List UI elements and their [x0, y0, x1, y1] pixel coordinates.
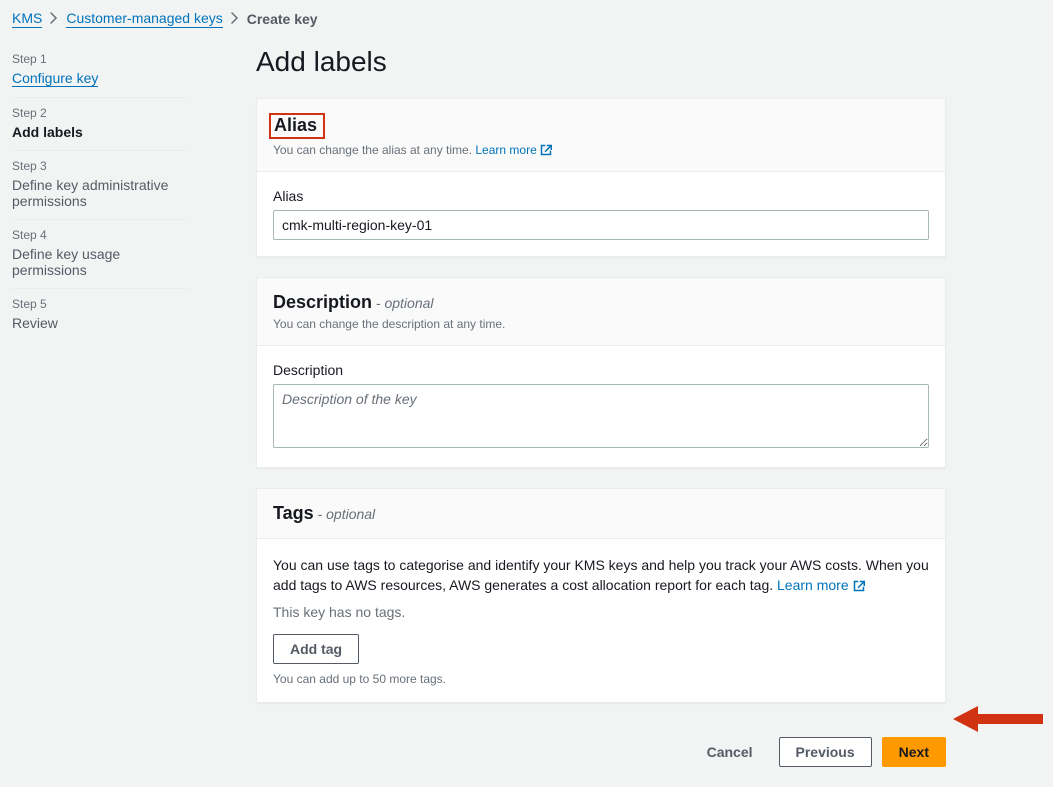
alias-field-label: Alias	[273, 188, 929, 204]
sidebar-step-4: Step 4 Define key usage permissions	[12, 220, 188, 289]
sidebar-step-1[interactable]: Step 1 Configure key	[12, 44, 188, 98]
optional-label: - optional	[318, 506, 376, 522]
tags-learn-more-link[interactable]: Learn more	[777, 577, 864, 593]
step-label: Step 5	[12, 297, 188, 311]
chevron-right-icon	[50, 11, 58, 27]
tags-hint: You can add up to 50 more tags.	[273, 672, 929, 686]
step-label: Step 1	[12, 52, 188, 66]
alias-panel: Alias You can change the alias at any ti…	[256, 98, 946, 257]
tags-panel-body: You can use tags to categorise and ident…	[257, 539, 945, 702]
alias-panel-header: Alias You can change the alias at any ti…	[257, 99, 945, 172]
alias-learn-more-link[interactable]: Learn more	[475, 143, 552, 157]
alias-input[interactable]	[273, 210, 929, 240]
step-title: Define key administrative permissions	[12, 177, 188, 209]
external-link-icon	[853, 577, 865, 593]
alias-heading: Alias	[274, 115, 317, 135]
annotation-arrow-icon	[953, 704, 1043, 737]
tags-description: You can use tags to categorise and ident…	[273, 555, 929, 596]
description-subtext: You can change the description at any ti…	[273, 317, 929, 331]
breadcrumb: KMS Customer-managed keys Create key	[0, 0, 1053, 36]
optional-label: - optional	[376, 295, 434, 311]
description-panel: Description - optional You can change th…	[256, 277, 946, 468]
step-label: Step 3	[12, 159, 188, 173]
description-panel-body: Description	[257, 346, 945, 467]
footer-actions: Cancel Previous Next	[256, 723, 946, 787]
tags-empty-text: This key has no tags.	[273, 604, 929, 620]
add-tag-button[interactable]: Add tag	[273, 634, 359, 664]
external-link-icon	[540, 143, 552, 157]
step-label: Step 2	[12, 106, 188, 120]
sidebar-step-3: Step 3 Define key administrative permiss…	[12, 151, 188, 220]
alias-panel-body: Alias	[257, 172, 945, 256]
page-title: Add labels	[256, 46, 1053, 78]
step-label: Step 4	[12, 228, 188, 242]
sidebar-step-2: Step 2 Add labels	[12, 98, 188, 151]
step-title: Review	[12, 315, 188, 331]
wizard-sidebar: Step 1 Configure key Step 2 Add labels S…	[0, 36, 200, 341]
main-content: Add labels Alias You can change the alia…	[200, 36, 1053, 787]
breadcrumb-current: Create key	[247, 11, 318, 27]
description-heading: Description	[273, 292, 372, 312]
breadcrumb-mid[interactable]: Customer-managed keys	[66, 10, 222, 28]
chevron-right-icon	[231, 11, 239, 27]
tags-panel: Tags - optional You can use tags to cate…	[256, 488, 946, 703]
step-title[interactable]: Configure key	[12, 70, 98, 87]
description-textarea[interactable]	[273, 384, 929, 448]
sidebar-step-5: Step 5 Review	[12, 289, 188, 341]
breadcrumb-root[interactable]: KMS	[12, 10, 42, 28]
step-title: Add labels	[12, 124, 188, 140]
alias-subtext: You can change the alias at any time. Le…	[273, 143, 929, 157]
highlight-box: Alias	[269, 113, 325, 139]
description-field-label: Description	[273, 362, 929, 378]
tags-panel-header: Tags - optional	[257, 489, 945, 539]
description-panel-header: Description - optional You can change th…	[257, 278, 945, 346]
alias-subtext-text: You can change the alias at any time.	[273, 143, 472, 157]
step-title: Define key usage permissions	[12, 246, 188, 278]
tags-heading: Tags	[273, 503, 314, 523]
